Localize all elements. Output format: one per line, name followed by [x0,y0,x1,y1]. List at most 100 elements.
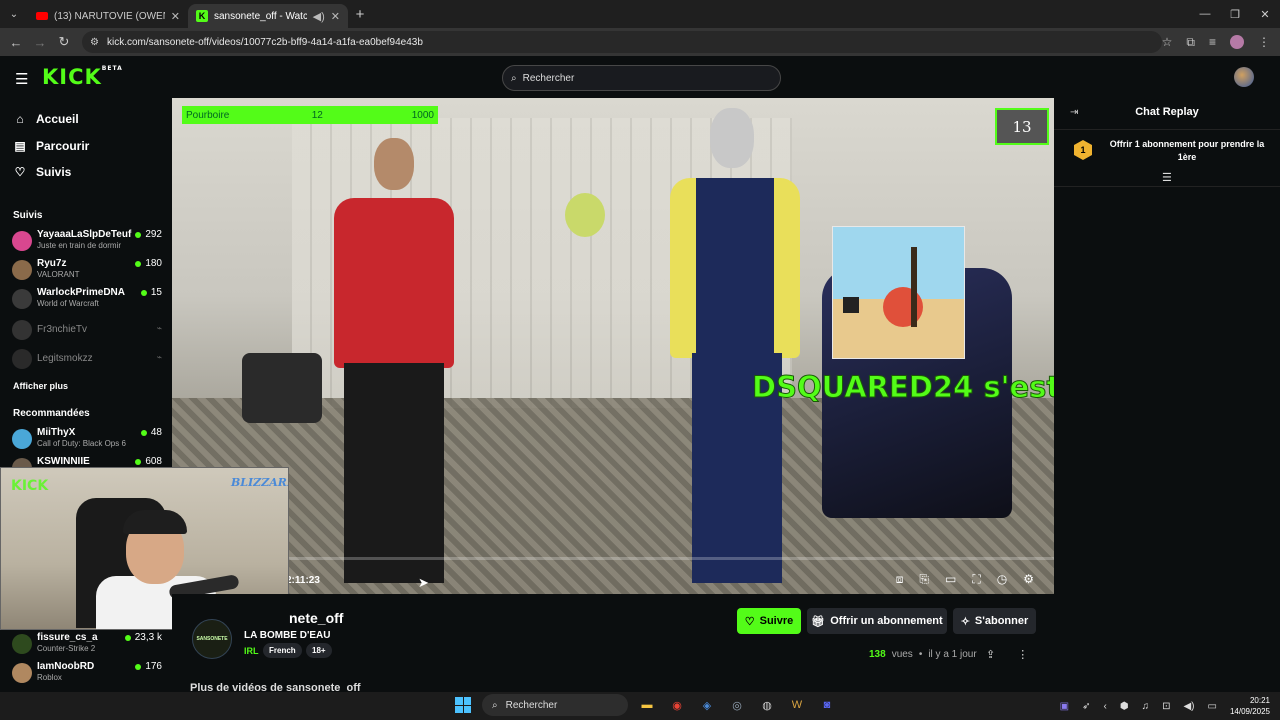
search-input[interactable]: ⌕ Rechercher [502,65,781,91]
tip-current: 12 [311,109,323,121]
avatar [12,349,32,369]
channel-name: WarlockPrimeDNA [37,287,125,298]
tab-youtube[interactable]: (13) NARUTOVIE (OWEN) FAIT S ✕ [28,4,188,28]
more-options-icon[interactable]: ⋮ [1017,648,1028,661]
recommended-channel[interactable]: fissure_cs_a Counter-Strike 2 23,3 k [12,631,162,657]
clock[interactable]: 20:21 14/09/2025 [1230,695,1270,717]
obs-icon[interactable]: ◍ [756,694,778,716]
category-link[interactable]: IRL [244,646,259,656]
viewer-count-value: 15 [150,287,162,298]
steam-icon[interactable]: ◎ [726,694,748,716]
tray-app-icon[interactable]: ➶ [1082,701,1090,712]
user-avatar[interactable] [1234,67,1254,87]
nav-label: Suivis [36,165,72,179]
new-tab-button[interactable]: + [348,6,372,23]
network-icon[interactable]: ⊡ [1162,701,1170,712]
followed-channel[interactable]: Ryu7z VALORANT 180 [12,257,162,283]
expand-goal-icon[interactable]: ☰ [1162,171,1172,184]
file-explorer-icon[interactable]: ▬ [636,694,658,716]
extensions-icon[interactable]: ⧉ [1186,35,1195,50]
forward-icon[interactable]: → [28,35,52,50]
battery-icon[interactable]: ▭ [1208,701,1217,712]
settings-gear-icon[interactable]: ⚙ [1023,572,1034,587]
tray-app-icon[interactable]: ▣ [1060,701,1069,712]
url-field[interactable]: ⚙ kick.com/sansonete-off/videos/10077c2b… [82,31,1162,53]
playback-speed-icon[interactable]: ◷ [997,572,1007,587]
overlay-pirate-image [832,226,965,359]
window-controls: — ❐ ✕ [1190,0,1280,28]
chrome-icon[interactable]: ◉ [666,694,688,716]
avatar [12,289,32,309]
miniplayer-icon[interactable]: ⧈ [896,572,904,587]
browse-icon: ▤ [14,139,26,153]
bookmark-star-icon[interactable]: ☆ [1162,35,1173,49]
progress-bar[interactable] [172,557,1054,560]
minimize-icon[interactable]: — [1190,0,1220,28]
battlenet-icon[interactable]: ◈ [696,694,718,716]
discord-icon[interactable]: ◙ [816,694,838,716]
tag-mature[interactable]: 18+ [306,643,332,658]
fullscreen-icon[interactable]: ⛶ [972,572,980,587]
views-label: vues [891,649,913,660]
tip-label: Pourboire [186,109,230,121]
tab-kick[interactable]: K sansonete_off - Watch the \ ◀) ✕ [188,4,348,28]
profile-avatar[interactable] [1230,35,1244,49]
close-tab-icon[interactable]: ✕ [331,10,340,23]
channel-avatar[interactable]: SANSONETE [192,619,232,659]
maximize-icon[interactable]: ❐ [1220,0,1250,28]
microphone-icon[interactable]: ♫ [1142,701,1150,712]
subscribe-button[interactable]: ✧ S'abonner [953,608,1036,634]
site-info-icon[interactable]: ⚙ [90,37,99,48]
nav-following[interactable]: ♡ Suivis [14,165,72,179]
recommended-channel[interactable]: IamNoobRD Roblox 176 [12,660,162,686]
volume-icon[interactable]: ◀) [1183,701,1194,712]
video-title: LA BOMBE D'EAU [244,630,331,641]
media-control-icon[interactable]: ≡ [1209,35,1216,49]
tray-overflow-icon[interactable]: ‹ [1104,701,1107,712]
tray-app-icon[interactable]: ⬢ [1120,701,1129,712]
browser-menu-icon[interactable]: ⋮ [1258,35,1270,49]
followed-channel-offline[interactable]: Fr3nchieTv ⌁ [12,317,162,343]
nav-browse[interactable]: ▤ Parcourir [14,139,89,153]
taskbar-search-placeholder: Rechercher [505,699,558,711]
share-icon[interactable]: ⇪ [986,648,995,661]
follow-button[interactable]: ♡ Suivre [737,608,801,634]
divider [1054,186,1280,187]
browser-tab-bar: ⌄ (13) NARUTOVIE (OWEN) FAIT S ✕ K sanso… [0,0,1280,28]
followed-channel-offline[interactable]: Legitsmokzz ⌁ [12,346,162,372]
followed-channel[interactable]: WarlockPrimeDNA World of Warcraft 15 [12,286,162,312]
video-player[interactable]: Pourboire 12 1000 13 DSQUARED24 s'est 2:… [172,98,1054,594]
live-dot-icon [135,260,142,267]
close-tab-icon[interactable]: ✕ [171,10,180,23]
back-icon[interactable]: ← [4,35,28,50]
tab-title: sansonete_off - Watch the \ [214,10,307,22]
viewer-count-value: 23,3 k [134,632,162,643]
show-more-link[interactable]: Afficher plus [13,381,68,391]
tag-language[interactable]: French [263,643,302,658]
recommended-channel[interactable]: MiiThyX Call of Duty: Black Ops 6 48 [12,426,162,452]
player-controls: ⧈ ⎘ ▭ ⛶ ◷ ⚙ [896,572,1034,587]
divider [1054,129,1280,130]
close-window-icon[interactable]: ✕ [1250,0,1280,28]
star-icon: ✧ [960,615,970,628]
tip-goal-bar: Pourboire 12 1000 [182,106,438,124]
theater-mode-icon[interactable]: ▭ [945,572,956,587]
nav-home[interactable]: ⌂ Accueil [14,112,78,126]
kick-logo[interactable]: KICKBETA [42,65,123,89]
warcraft-icon[interactable]: W [786,694,808,716]
channel-name[interactable]: nete_off [289,610,343,626]
address-bar-row: ← → ↻ ⚙ kick.com/sansonete-off/videos/10… [0,28,1280,56]
tab-search-menu[interactable]: ⌄ [0,0,28,28]
reload-icon[interactable]: ↻ [52,34,76,50]
view-count: 138 [869,649,886,660]
avatar [12,231,32,251]
clip-icon[interactable]: ⎘ [919,572,929,587]
channel-category: Roblox [37,673,62,682]
viewer-count-value: 176 [145,661,162,672]
followed-channel[interactable]: YayaaaLaSlpDeTeuf Juste en train de dorm… [12,228,162,254]
gift-sub-button[interactable]: 🎁︎ Offrir un abonnement [807,608,947,634]
start-menu-icon[interactable] [452,694,474,716]
menu-icon[interactable]: ☰ [15,70,28,88]
taskbar-search[interactable]: ⌕ Rechercher [482,694,628,716]
speaker-icon[interactable]: ◀) [313,10,325,23]
